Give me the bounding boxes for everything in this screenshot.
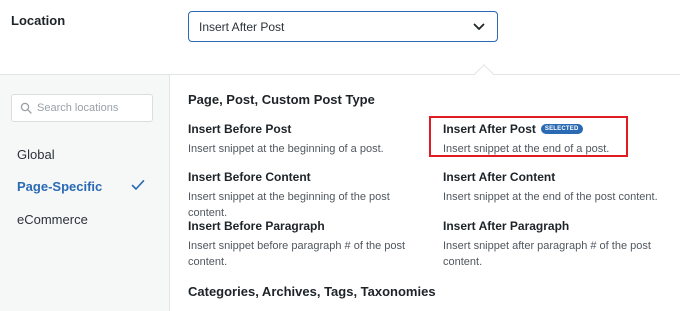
- search-locations-field[interactable]: [11, 94, 153, 122]
- option-description: Insert snippet at the beginning of a pos…: [188, 143, 384, 155]
- option-title: Insert Before Post: [188, 122, 292, 136]
- option-insert-after-content[interactable]: Insert After Content Insert snippet at t…: [443, 170, 680, 205]
- checkmark-icon: [131, 180, 145, 190]
- sidebar-item-global[interactable]: Global: [17, 147, 55, 162]
- section-title-taxonomies: Categories, Archives, Tags, Taxonomies: [188, 284, 436, 299]
- location-label: Location: [11, 13, 66, 28]
- option-insert-before-paragraph[interactable]: Insert Before Paragraph Insert snippet b…: [188, 219, 418, 270]
- selected-option-highlight: [429, 116, 628, 157]
- option-title: Insert Before Content: [188, 170, 311, 184]
- search-locations-input[interactable]: [37, 102, 147, 114]
- option-title: Insert After Content: [443, 170, 556, 184]
- option-insert-before-post[interactable]: Insert Before Post Insert snippet at the…: [188, 122, 428, 157]
- option-title: Insert After Paragraph: [443, 219, 570, 233]
- location-row: Location Insert After Post: [0, 0, 680, 74]
- section-title-post-types: Page, Post, Custom Post Type: [188, 92, 375, 107]
- option-description: Insert snippet before paragraph # of the…: [188, 240, 406, 268]
- location-dropdown[interactable]: Insert After Post: [188, 11, 498, 42]
- option-description: Insert snippet at the end of the post co…: [443, 191, 658, 203]
- location-selected-value: Insert After Post: [199, 19, 285, 34]
- sidebar-item-ecommerce[interactable]: eCommerce: [17, 212, 88, 227]
- option-insert-before-content[interactable]: Insert Before Content Insert snippet at …: [188, 170, 428, 221]
- search-icon: [20, 102, 32, 114]
- location-sidebar: Global Page-Specific eCommerce: [0, 75, 170, 311]
- option-title: Insert Before Paragraph: [188, 219, 325, 233]
- chevron-down-icon: [473, 23, 485, 30]
- sidebar-item-page-specific[interactable]: Page-Specific: [17, 179, 102, 194]
- option-description: Insert snippet at the beginning of the p…: [188, 191, 390, 219]
- option-insert-after-paragraph[interactable]: Insert After Paragraph Insert snippet af…: [443, 219, 679, 270]
- option-description: Insert snippet after paragraph # of the …: [443, 240, 651, 268]
